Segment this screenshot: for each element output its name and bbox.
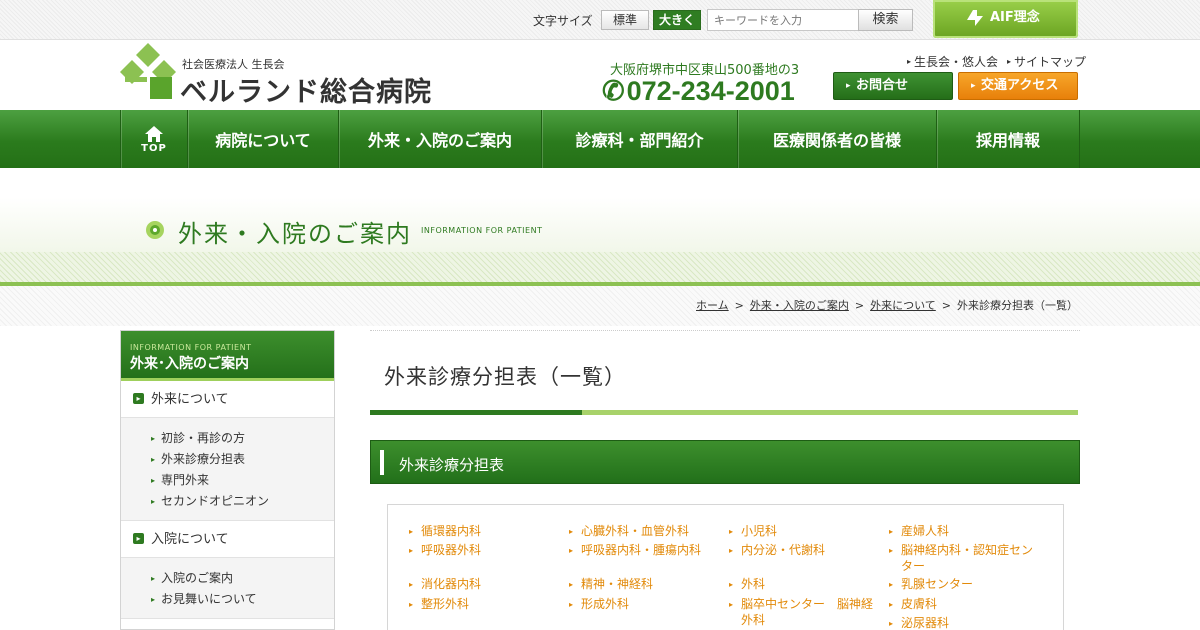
contact-button[interactable]: お問合せ [833, 72, 953, 100]
sidebar-subitem-schedule[interactable]: 外来診療分担表 [151, 449, 334, 470]
sitemap-link[interactable]: サイトマップ [1007, 53, 1086, 70]
section-header-title: 外来診療分担表 [399, 456, 505, 474]
title-band-stripe [0, 252, 1200, 282]
breadcrumb-current: 外来診療分担表（一覧） [957, 299, 1078, 312]
sidebar-item-outpatient[interactable]: 外来について [121, 381, 334, 418]
breadcrumb: ホーム > 外来・入院のご案内 > 外来について > 外来診療分担表（一覧） [696, 299, 1078, 312]
phone-number: ✆072-234-2001 [602, 76, 795, 107]
department-link[interactable]: 整形外科 [409, 596, 469, 613]
nav-patient-info[interactable]: 外来・入院のご案内 [339, 110, 542, 168]
search-input[interactable] [707, 9, 859, 31]
font-size-label: 文字サイズ [533, 14, 593, 28]
sidebar-submenu-outpatient: 初診・再診の方 外来診療分担表 専門外来 セカンドオピニオン [121, 418, 334, 521]
department-link[interactable]: 形成外科 [569, 596, 629, 613]
department-link[interactable]: 循環器内科 [409, 523, 481, 540]
sidebar-item-inpatient[interactable]: 入院について [121, 521, 334, 558]
sidebar-subitem-second-opinion[interactable]: セカンドオピニオン [151, 491, 334, 512]
main-title-block: 外来診療分担表（一覧） [370, 330, 1080, 416]
sidebar-header: INFORMATION FOR PATIENT 外来･入院のご案内 [121, 331, 334, 381]
department-link[interactable]: 外科 [729, 576, 765, 593]
aif-button-label: AIF理念 [990, 10, 1040, 25]
nav-top-label: TOP [141, 142, 167, 154]
aif-philosophy-button[interactable]: AIF理念 [933, 0, 1078, 38]
section-header-bar [380, 450, 384, 475]
department-link[interactable]: 脳神経内科・認知症センター [889, 542, 1041, 574]
department-link[interactable]: 消化器内科 [409, 576, 481, 593]
nav-recruitment[interactable]: 採用情報 [937, 110, 1080, 168]
search-button[interactable]: 検索 [858, 9, 913, 31]
main-title-underline [370, 410, 1078, 415]
hospital-name[interactable]: ベルランド総合病院 [180, 70, 432, 109]
sidebar-subitem-first-visit[interactable]: 初診・再診の方 [151, 428, 334, 449]
sidebar-header-english: INFORMATION FOR PATIENT [130, 343, 252, 352]
department-link[interactable]: 精神・神経科 [569, 576, 653, 593]
department-link[interactable]: 内分泌・代謝科 [729, 542, 825, 559]
home-icon [145, 125, 163, 142]
page-title-bullet-icon [146, 221, 164, 239]
hospital-logo-icon[interactable] [120, 43, 176, 101]
department-link[interactable]: 呼吸器外科 [409, 542, 481, 559]
department-link[interactable]: 泌尿器科 [889, 615, 949, 630]
department-link[interactable]: 乳腺センター [889, 576, 973, 593]
department-link[interactable]: 脳卒中センター 脳神経外科 [729, 596, 879, 628]
department-list: 循環器内科 心臓外科・血管外科 小児科 産婦人科 呼吸器外科 呼吸器内科・腫瘍内… [387, 504, 1064, 630]
nav-departments[interactable]: 診療科・部門紹介 [542, 110, 738, 168]
group-link[interactable]: 生長会・悠人会 [907, 53, 998, 70]
font-large-button[interactable]: 大きく [653, 10, 701, 30]
section-header: 外来診療分担表 [370, 440, 1080, 484]
department-link[interactable]: 皮膚科 [889, 596, 937, 613]
breadcrumb-outpatient[interactable]: 外来について [870, 299, 936, 312]
global-nav: TOP 病院について 外来・入院のご案内 診療科・部門紹介 医療関係者の皆様 採… [0, 110, 1200, 168]
page-title-english: INFORMATION FOR PATIENT [421, 226, 543, 235]
sidebar-header-title: 外来･入院のご案内 [130, 356, 249, 372]
nav-medical-professionals[interactable]: 医療関係者の皆様 [738, 110, 937, 168]
sidebar-submenu-inpatient: 入院のご案内 お見舞いについて [121, 558, 334, 619]
department-link[interactable]: 呼吸器内科・腫瘍内科 [569, 542, 701, 559]
department-link[interactable]: 産婦人科 [889, 523, 949, 540]
page-title: 外来・入院のご案内 [178, 220, 412, 248]
sidebar-subitem-admission[interactable]: 入院のご案内 [151, 568, 334, 589]
department-link[interactable]: 小児科 [729, 523, 777, 540]
department-link[interactable]: 心臓外科・血管外科 [569, 523, 689, 540]
breadcrumb-patient-info[interactable]: 外来・入院のご案内 [750, 299, 849, 312]
phone-number-text: 072-234-2001 [626, 76, 795, 106]
main-title: 外来診療分担表（一覧） [384, 365, 626, 389]
font-standard-button[interactable]: 標準 [601, 10, 649, 30]
nav-top[interactable]: TOP [121, 110, 188, 168]
aif-logo-icon [967, 10, 983, 26]
breadcrumb-home[interactable]: ホーム [696, 299, 729, 312]
access-button[interactable]: 交通アクセス [958, 72, 1078, 100]
sidebar: INFORMATION FOR PATIENT 外来･入院のご案内 外来について… [120, 330, 335, 630]
phone-icon: ✆ [602, 76, 625, 106]
nav-about-hospital[interactable]: 病院について [188, 110, 339, 168]
sidebar-subitem-specialty[interactable]: 専門外来 [151, 470, 334, 491]
sidebar-subitem-visiting[interactable]: お見舞いについて [151, 589, 334, 610]
